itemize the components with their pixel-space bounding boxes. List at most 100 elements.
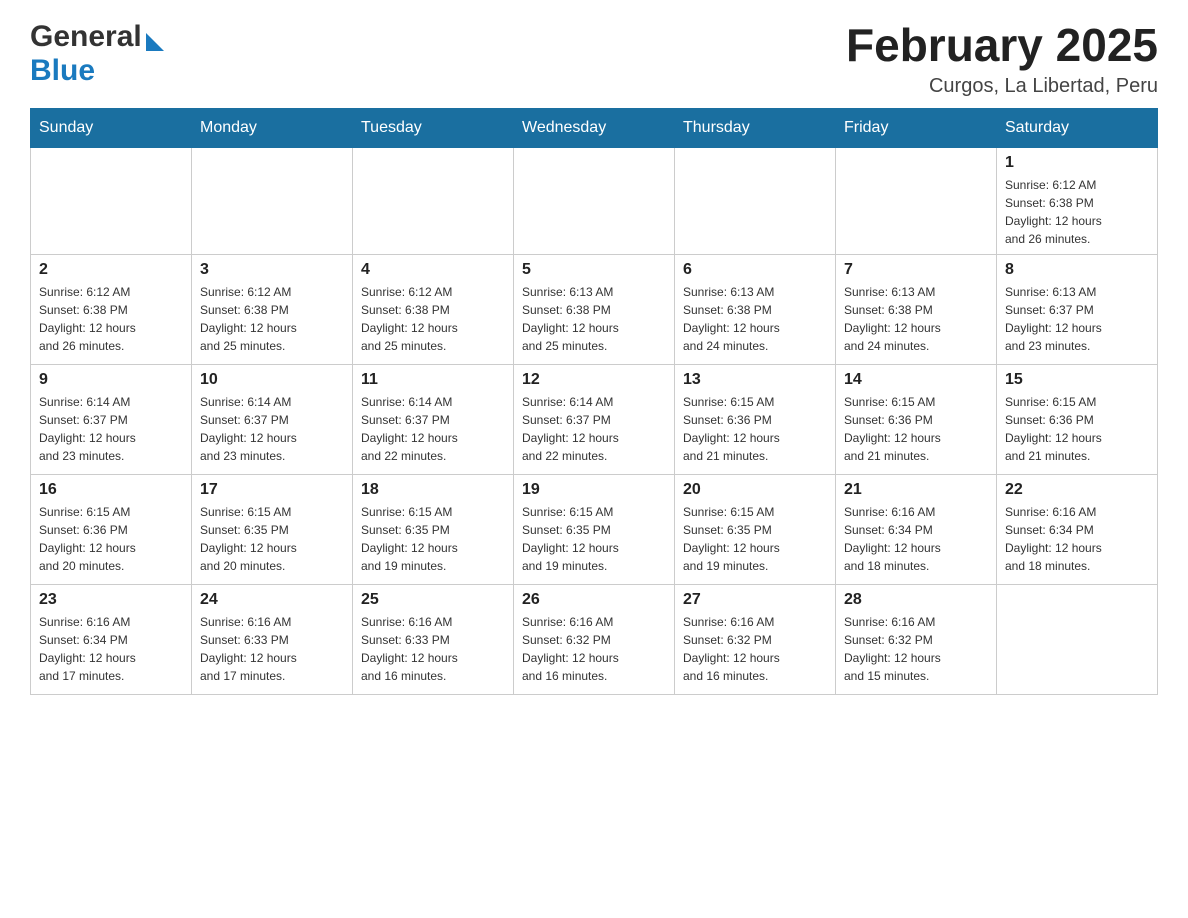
- day-number: 22: [1005, 481, 1149, 499]
- day-number: 14: [844, 371, 988, 389]
- location: Curgos, La Libertad, Peru: [846, 75, 1158, 98]
- calendar-week-3: 9 Sunrise: 6:14 AM Sunset: 6:37 PM Daylig…: [31, 364, 1158, 474]
- calendar-week-1: 1 Sunrise: 6:12 AM Sunset: 6:38 PM Daylig…: [31, 147, 1158, 254]
- day-info: Sunrise: 6:16 AM Sunset: 6:34 PM Dayligh…: [39, 613, 183, 685]
- calendar-cell: 4Sunrise: 6:12 AM Sunset: 6:38 PM Daylig…: [353, 254, 514, 364]
- calendar-cell: 5Sunrise: 6:13 AM Sunset: 6:38 PM Daylig…: [514, 254, 675, 364]
- calendar-cell: 26Sunrise: 6:16 AM Sunset: 6:32 PM Dayli…: [514, 584, 675, 694]
- calendar-cell: 3 Sunrise: 6:12 AM Sunset: 6:38 PM Daylig…: [192, 254, 353, 364]
- day-number: 23: [39, 591, 183, 609]
- day-info: Sunrise: 6:13 AM Sunset: 6:37 PM Dayligh…: [1005, 283, 1149, 355]
- calendar-cell: 18 Sunrise: 6:15 AM Sunset: 6:35 PM Dayli…: [353, 474, 514, 584]
- day-number: 25: [361, 591, 505, 609]
- calendar-cell: 15Sunrise: 6:15 AM Sunset: 6:36 PM Dayli…: [997, 364, 1158, 474]
- day-number: 13: [683, 371, 827, 389]
- calendar-cell: 14 Sunrise: 6:15 AM Sunset: 6:36 PM Dayli…: [836, 364, 997, 474]
- calendar-cell: 12 Sunrise: 6:14 AM Sunset: 6:37 PM Dayli…: [514, 364, 675, 474]
- calendar-cell: [192, 147, 353, 254]
- weekday-header-row: SundayMondayTuesdayWednesdayThursdayFrid…: [31, 108, 1158, 147]
- calendar-cell: 13 Sunrise: 6:15 AM Sunset: 6:36 PM Dayli…: [675, 364, 836, 474]
- day-info: Sunrise: 6:15 AM Sunset: 6:35 PM Dayligh…: [361, 503, 505, 575]
- calendar-cell: [353, 147, 514, 254]
- day-number: 18: [361, 481, 505, 499]
- calendar-cell: 22 Sunrise: 6:16 AM Sunset: 6:34 PM Dayli…: [997, 474, 1158, 584]
- logo-general-text: General: [30, 20, 142, 54]
- day-number: 19: [522, 481, 666, 499]
- day-info: Sunrise: 6:15 AM Sunset: 6:36 PM Dayligh…: [844, 393, 988, 465]
- calendar-cell: 16 Sunrise: 6:15 AM Sunset: 6:36 PM Dayli…: [31, 474, 192, 584]
- logo: General Blue: [30, 20, 164, 88]
- weekday-header-friday: Friday: [836, 108, 997, 147]
- day-number: 2: [39, 261, 183, 279]
- calendar-week-4: 16 Sunrise: 6:15 AM Sunset: 6:36 PM Dayli…: [31, 474, 1158, 584]
- day-number: 6: [683, 261, 827, 279]
- title-section: February 2025 Curgos, La Libertad, Peru: [846, 20, 1158, 98]
- calendar-cell: 7 Sunrise: 6:13 AM Sunset: 6:38 PM Daylig…: [836, 254, 997, 364]
- calendar-table: SundayMondayTuesdayWednesdayThursdayFrid…: [30, 108, 1158, 695]
- day-info: Sunrise: 6:13 AM Sunset: 6:38 PM Dayligh…: [844, 283, 988, 355]
- calendar-cell: 23 Sunrise: 6:16 AM Sunset: 6:34 PM Dayli…: [31, 584, 192, 694]
- calendar-cell: [997, 584, 1158, 694]
- day-info: Sunrise: 6:15 AM Sunset: 6:35 PM Dayligh…: [683, 503, 827, 575]
- day-info: Sunrise: 6:14 AM Sunset: 6:37 PM Dayligh…: [361, 393, 505, 465]
- day-number: 26: [522, 591, 666, 609]
- logo-triangle-icon: [146, 33, 164, 51]
- day-number: 5: [522, 261, 666, 279]
- logo-blue-text: Blue: [30, 54, 95, 87]
- calendar-cell: 6 Sunrise: 6:13 AM Sunset: 6:38 PM Daylig…: [675, 254, 836, 364]
- day-info: Sunrise: 6:12 AM Sunset: 6:38 PM Dayligh…: [1005, 176, 1149, 248]
- day-number: 12: [522, 371, 666, 389]
- day-number: 10: [200, 371, 344, 389]
- day-number: 7: [844, 261, 988, 279]
- calendar-week-2: 2 Sunrise: 6:12 AM Sunset: 6:38 PM Daylig…: [31, 254, 1158, 364]
- weekday-header-wednesday: Wednesday: [514, 108, 675, 147]
- weekday-header-thursday: Thursday: [675, 108, 836, 147]
- calendar-cell: [675, 147, 836, 254]
- weekday-header-tuesday: Tuesday: [353, 108, 514, 147]
- calendar-cell: 2 Sunrise: 6:12 AM Sunset: 6:38 PM Daylig…: [31, 254, 192, 364]
- day-number: 8: [1005, 261, 1149, 279]
- weekday-header-saturday: Saturday: [997, 108, 1158, 147]
- calendar-cell: [514, 147, 675, 254]
- calendar-cell: [836, 147, 997, 254]
- calendar-cell: 17 Sunrise: 6:15 AM Sunset: 6:35 PM Dayli…: [192, 474, 353, 584]
- calendar-week-5: 23 Sunrise: 6:16 AM Sunset: 6:34 PM Dayli…: [31, 584, 1158, 694]
- day-number: 16: [39, 481, 183, 499]
- calendar-cell: 1 Sunrise: 6:12 AM Sunset: 6:38 PM Daylig…: [997, 147, 1158, 254]
- day-info: Sunrise: 6:16 AM Sunset: 6:33 PM Dayligh…: [361, 613, 505, 685]
- day-info: Sunrise: 6:15 AM Sunset: 6:36 PM Dayligh…: [1005, 393, 1149, 465]
- day-number: 24: [200, 591, 344, 609]
- day-info: Sunrise: 6:15 AM Sunset: 6:36 PM Dayligh…: [683, 393, 827, 465]
- day-number: 20: [683, 481, 827, 499]
- calendar-cell: 9 Sunrise: 6:14 AM Sunset: 6:37 PM Daylig…: [31, 364, 192, 474]
- day-number: 1: [1005, 154, 1149, 172]
- day-info: Sunrise: 6:12 AM Sunset: 6:38 PM Dayligh…: [200, 283, 344, 355]
- day-number: 27: [683, 591, 827, 609]
- calendar-cell: 20 Sunrise: 6:15 AM Sunset: 6:35 PM Dayli…: [675, 474, 836, 584]
- day-info: Sunrise: 6:14 AM Sunset: 6:37 PM Dayligh…: [200, 393, 344, 465]
- day-info: Sunrise: 6:15 AM Sunset: 6:36 PM Dayligh…: [39, 503, 183, 575]
- day-info: Sunrise: 6:14 AM Sunset: 6:37 PM Dayligh…: [522, 393, 666, 465]
- calendar-cell: 21 Sunrise: 6:16 AM Sunset: 6:34 PM Dayli…: [836, 474, 997, 584]
- day-number: 9: [39, 371, 183, 389]
- day-info: Sunrise: 6:16 AM Sunset: 6:33 PM Dayligh…: [200, 613, 344, 685]
- day-number: 21: [844, 481, 988, 499]
- day-info: Sunrise: 6:12 AM Sunset: 6:38 PM Dayligh…: [39, 283, 183, 355]
- calendar-cell: 25 Sunrise: 6:16 AM Sunset: 6:33 PM Dayli…: [353, 584, 514, 694]
- day-info: Sunrise: 6:14 AM Sunset: 6:37 PM Dayligh…: [39, 393, 183, 465]
- day-info: Sunrise: 6:16 AM Sunset: 6:34 PM Dayligh…: [844, 503, 988, 575]
- calendar-cell: 8 Sunrise: 6:13 AM Sunset: 6:37 PM Daylig…: [997, 254, 1158, 364]
- calendar-cell: 28Sunrise: 6:16 AM Sunset: 6:32 PM Dayli…: [836, 584, 997, 694]
- calendar-cell: 24 Sunrise: 6:16 AM Sunset: 6:33 PM Dayli…: [192, 584, 353, 694]
- day-info: Sunrise: 6:16 AM Sunset: 6:32 PM Dayligh…: [683, 613, 827, 685]
- calendar-cell: 19Sunrise: 6:15 AM Sunset: 6:35 PM Dayli…: [514, 474, 675, 584]
- day-number: 17: [200, 481, 344, 499]
- calendar-cell: 10 Sunrise: 6:14 AM Sunset: 6:37 PM Dayli…: [192, 364, 353, 474]
- day-info: Sunrise: 6:15 AM Sunset: 6:35 PM Dayligh…: [200, 503, 344, 575]
- day-info: Sunrise: 6:16 AM Sunset: 6:34 PM Dayligh…: [1005, 503, 1149, 575]
- calendar-cell: [31, 147, 192, 254]
- day-info: Sunrise: 6:16 AM Sunset: 6:32 PM Dayligh…: [844, 613, 988, 685]
- day-info: Sunrise: 6:13 AM Sunset: 6:38 PM Dayligh…: [683, 283, 827, 355]
- day-number: 3: [200, 261, 344, 279]
- day-info: Sunrise: 6:12 AM Sunset: 6:38 PM Dayligh…: [361, 283, 505, 355]
